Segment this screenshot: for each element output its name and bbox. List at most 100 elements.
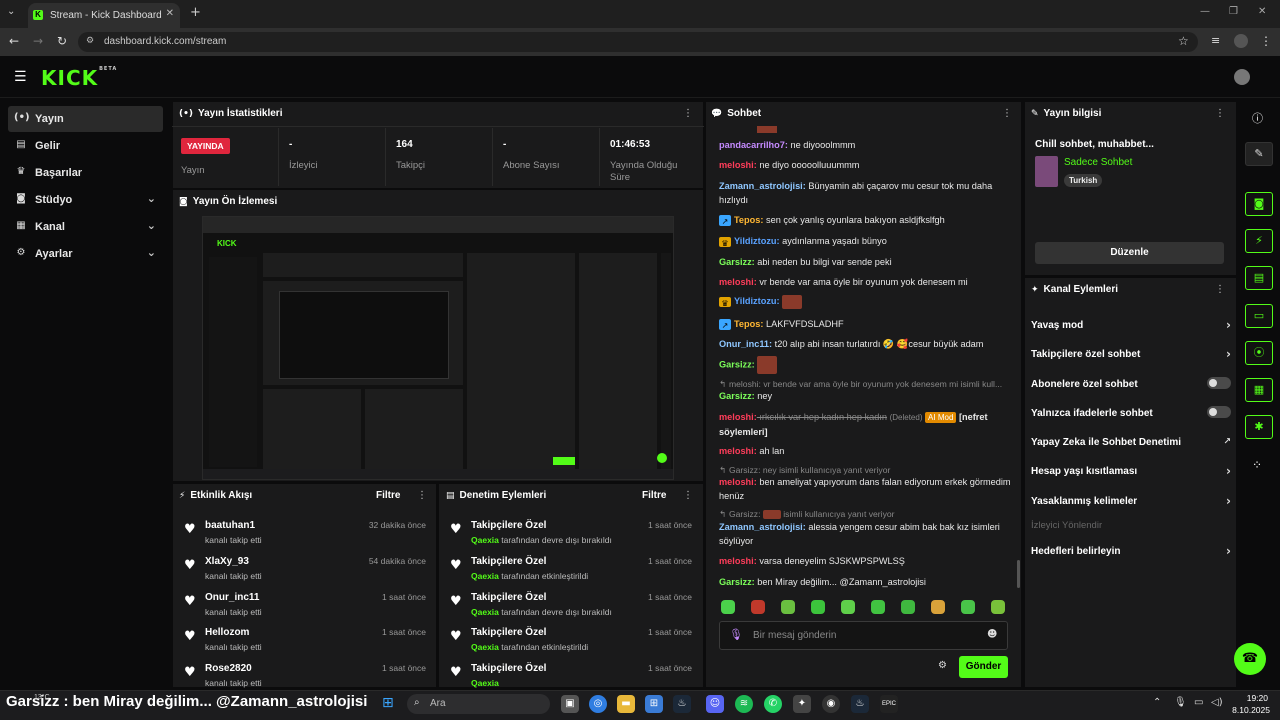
quick-emote[interactable] [781, 600, 795, 614]
file-explorer-icon[interactable]: ▬ [617, 695, 635, 713]
ai-moderation-row[interactable]: Yapay Zeka ile Sohbet Denetimi ↗ [1031, 437, 1231, 448]
moderation-filter-button[interactable]: Filtre [642, 490, 666, 501]
new-tab-icon[interactable]: + [190, 5, 201, 20]
quick-emote[interactable] [991, 600, 1005, 614]
sidebar-item-basarilar[interactable]: ♛ Başarılar [8, 160, 163, 186]
chat-settings-icon[interactable]: ⚙ [938, 660, 947, 671]
kick-logo[interactable]: KICKBETA [41, 66, 117, 90]
quick-emote[interactable] [751, 600, 765, 614]
volume-icon[interactable]: ◁) [1211, 697, 1223, 708]
quick-emote[interactable] [961, 600, 975, 614]
chat-message-deleted: meloshi: ırkcılık var hep kadın hep kadı… [719, 412, 988, 437]
broadcast-tool-icon[interactable]: ⦿ [1245, 341, 1273, 365]
chat-message: meloshi: vr bende var ama öyle bir oyunu… [719, 277, 968, 287]
whatsapp-icon[interactable]: ✆ [764, 695, 782, 713]
back-icon[interactable]: ← [9, 34, 19, 48]
support-chat-icon[interactable]: ☎ [1234, 643, 1266, 675]
category-link[interactable]: Sadece Sohbet [1064, 157, 1132, 168]
quick-emote[interactable] [871, 600, 885, 614]
info-icon[interactable]: ⓘ [1252, 110, 1263, 126]
chrome-icon[interactable]: ◎ [589, 695, 607, 713]
account-age-row[interactable]: Hesap yaşı kısıtlaması › [1031, 464, 1231, 478]
wrench-tool-icon[interactable]: ✱ [1245, 415, 1273, 439]
site-info-icon[interactable]: ⚙ [86, 36, 94, 46]
crown-badge-icon: ♛ [719, 296, 731, 308]
user-avatar[interactable] [1234, 69, 1250, 85]
moderation-item: ♥ Takipçilere Özel Qaexia tarafından devre… [450, 520, 692, 545]
followers-only-row[interactable]: Takipçilere özel sohbet › [1031, 347, 1231, 361]
minimize-icon[interactable]: — [1200, 6, 1210, 17]
stream-preview-video[interactable]: KICK [202, 216, 674, 480]
reload-icon[interactable]: ↻ [57, 34, 67, 48]
emote-only-toggle[interactable] [1207, 406, 1231, 418]
stream-info-more-icon[interactable]: ⋮ [1215, 108, 1225, 119]
obs-icon[interactable]: ◉ [822, 695, 840, 713]
moderation-more-icon[interactable]: ⋮ [683, 490, 693, 501]
forward-icon[interactable]: → [33, 34, 43, 48]
microphone-icon[interactable]: 🎙 [729, 628, 743, 641]
network-icon[interactable]: ▭ [1194, 697, 1203, 708]
set-goals-row[interactable]: Hedefleri belirleyin › [1031, 544, 1231, 558]
spotify-icon[interactable]: ≋ [735, 695, 753, 713]
sidebar-item-yayin[interactable]: (•) Yayın [8, 106, 163, 132]
clip-tool-icon[interactable]: ◙ [1245, 192, 1273, 216]
quick-emote[interactable] [901, 600, 915, 614]
chat-scrollbar[interactable] [1017, 560, 1020, 588]
layout-tool-icon[interactable]: ▦ [1245, 378, 1273, 402]
quick-emote[interactable] [841, 600, 855, 614]
quick-emote[interactable] [931, 600, 945, 614]
app-icon[interactable]: ✦ [793, 695, 811, 713]
media-control-icon[interactable]: ≡ [1211, 34, 1220, 47]
profile-avatar[interactable] [1234, 34, 1248, 48]
taskbar-search[interactable] [407, 694, 550, 714]
activity-filter-button[interactable]: Filtre [376, 490, 400, 501]
activity-more-icon[interactable]: ⋮ [417, 490, 427, 501]
chat-more-icon[interactable]: ⋮ [1002, 108, 1012, 119]
channel-actions-more-icon[interactable]: ⋮ [1215, 284, 1225, 295]
steam-icon-2[interactable]: ♨ [851, 695, 869, 713]
crown-badge-icon: ♛ [719, 236, 731, 248]
store-icon[interactable]: ⊞ [645, 695, 663, 713]
tab-list-icon[interactable]: ⌄ [7, 6, 15, 17]
send-button[interactable]: Gönder [959, 656, 1008, 678]
close-tab-icon[interactable]: ✕ [166, 8, 174, 19]
weather-temp[interactable]: 13°C [34, 694, 50, 701]
microphone-tray-icon[interactable]: 🎙 [1174, 697, 1187, 708]
steam-icon[interactable]: ♨ [673, 695, 691, 713]
hamburger-menu-icon[interactable]: ☰ [14, 69, 27, 85]
sidebar-item-ayarlar[interactable]: ⚙ Ayarlar ⌄ [8, 241, 163, 267]
slow-mode-row[interactable]: Yavaş mod › [1031, 318, 1231, 332]
url-field[interactable]: dashboard.kick.com/stream [78, 32, 1198, 52]
stats-more-icon[interactable]: ⋮ [683, 108, 693, 119]
bookmark-star-icon[interactable]: ☆ [1178, 34, 1189, 48]
kick-favicon-icon: K [33, 10, 43, 20]
quick-emote[interactable] [721, 600, 735, 614]
browser-tab[interactable]: K Stream - Kick Dashboard ✕ [28, 3, 180, 28]
browser-menu-icon[interactable]: ⋮ [1260, 34, 1272, 48]
apps-icon[interactable]: ⁘ [1252, 458, 1262, 472]
chat-message: pandacarrilho7: ne diyooolmmm [719, 140, 856, 150]
taskbar-time[interactable]: 19:20 [1236, 693, 1268, 703]
sidebar-item-studyo[interactable]: ◙ Stüdyo ⌄ [8, 187, 163, 213]
edit-button[interactable]: Düzenle [1035, 242, 1224, 264]
chevron-right-icon: › [1226, 494, 1231, 508]
close-window-icon[interactable]: ✕ [1258, 6, 1266, 17]
maximize-icon[interactable]: ❐ [1229, 6, 1238, 17]
sidebar-item-kanal[interactable]: ▦ Kanal ⌄ [8, 214, 163, 240]
quick-emote[interactable] [811, 600, 825, 614]
emoji-picker-icon[interactable]: ☻ [987, 629, 997, 640]
discord-icon[interactable]: ☺ [706, 695, 724, 713]
sidebar-item-gelir[interactable]: ▤ Gelir [8, 133, 163, 159]
subscribers-only-toggle[interactable] [1207, 377, 1231, 389]
tray-chevron-icon[interactable]: ⌃ [1153, 697, 1161, 708]
chat-message: ↗ Tepos: LAKFVFDSLADHF [719, 317, 1011, 331]
windows-start-icon[interactable]: ⊞ [382, 695, 394, 711]
taskbar-date[interactable]: 8.10.2025 [1228, 705, 1270, 715]
document-tool-icon[interactable]: ▤ [1245, 266, 1273, 290]
task-view-icon[interactable]: ▣ [561, 695, 579, 713]
chat-tool-icon[interactable]: ▭ [1245, 304, 1273, 328]
lightning-tool-icon[interactable]: ⚡ [1245, 229, 1273, 253]
banned-words-row[interactable]: Yasaklanmış kelimeler › [1031, 494, 1231, 508]
epic-games-icon[interactable]: EPIC [880, 695, 898, 713]
edit-tool-icon[interactable]: ✎ [1245, 142, 1273, 166]
